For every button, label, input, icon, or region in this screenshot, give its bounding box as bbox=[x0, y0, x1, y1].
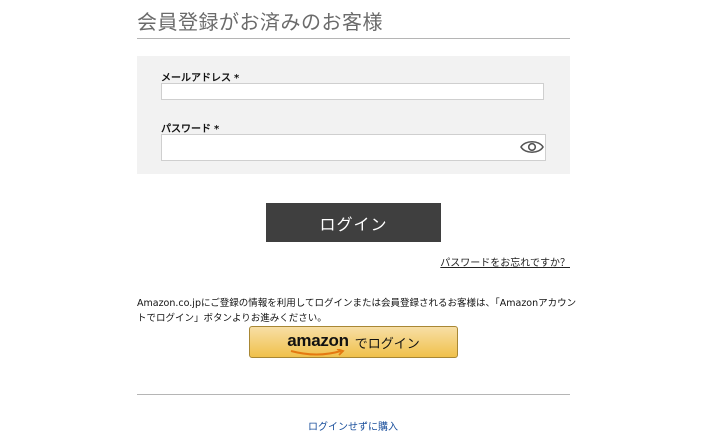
password-label: パスワード * bbox=[161, 120, 219, 135]
login-button[interactable]: ログイン bbox=[266, 203, 441, 242]
amazon-logo: amazon bbox=[287, 330, 349, 356]
page-heading: 会員登録がお済みのお客様 bbox=[137, 9, 570, 39]
password-input[interactable] bbox=[161, 134, 546, 161]
amazon-smile-icon bbox=[290, 348, 345, 356]
guest-checkout-link[interactable]: ログインせずに購入 bbox=[0, 418, 706, 433]
amazon-logo-text: amazon bbox=[287, 330, 349, 350]
divider bbox=[137, 394, 570, 395]
eye-icon[interactable] bbox=[520, 137, 544, 157]
amazon-login-description: Amazon.co.jpにご登録の情報を利用してログインまたは会員登録されるお客… bbox=[137, 298, 577, 324]
email-label: メールアドレス * bbox=[161, 69, 239, 84]
login-form-panel: メールアドレス * パスワード * bbox=[137, 56, 570, 174]
email-input[interactable] bbox=[161, 83, 544, 100]
forgot-password-link[interactable]: パスワードをお忘れですか？ bbox=[440, 254, 570, 269]
amazon-button-label: でログイン bbox=[354, 336, 420, 352]
amazon-login-button[interactable]: amazon でログイン bbox=[249, 326, 458, 358]
